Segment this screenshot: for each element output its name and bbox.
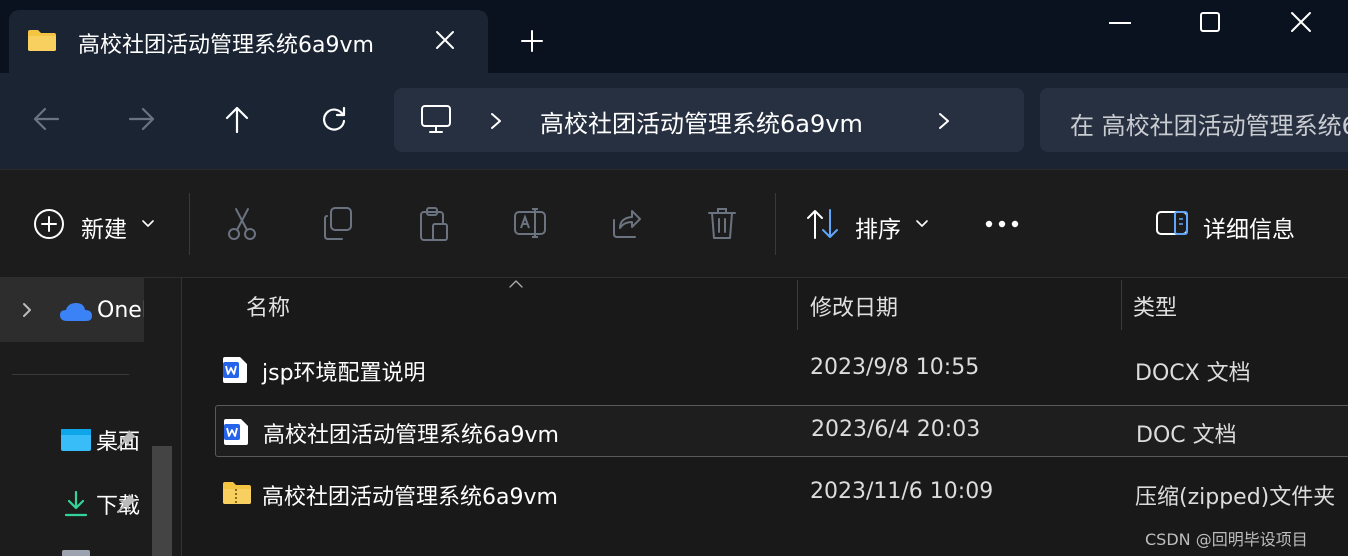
sidebar-scrollbar[interactable]: [152, 446, 172, 556]
search-box[interactable]: 在 高校社团活动管理系统6a9vm 中搜索: [1040, 88, 1348, 152]
new-tab-plus-icon[interactable]: [521, 30, 543, 52]
search-input-placeholder[interactable]: 在 高校社团活动管理系统6a9vm 中搜索: [1070, 106, 1348, 141]
chevron-right-icon[interactable]: [938, 112, 950, 130]
file-type: DOCX 文档: [1135, 361, 1251, 386]
pin-icon[interactable]: [116, 492, 138, 514]
chevron-down-icon[interactable]: [142, 220, 154, 228]
forward-arrow-icon[interactable]: [128, 105, 156, 133]
documents-icon: [62, 550, 90, 556]
refresh-icon[interactable]: [320, 105, 348, 133]
word-doc-icon: [223, 418, 249, 446]
paste-clipboard-icon[interactable]: [418, 206, 450, 242]
sidebar-item-label: OneDrive: [97, 298, 144, 323]
sort-ascending-caret-icon: [509, 280, 523, 288]
file-name[interactable]: 高校社团活动管理系统6a9vm: [263, 417, 559, 449]
up-arrow-icon[interactable]: [223, 105, 251, 133]
download-arrow-icon: [62, 490, 90, 518]
delete-trash-icon[interactable]: [706, 206, 738, 242]
toolbar-divider: [189, 193, 190, 255]
command-bar: 新建 排序 详细信息: [0, 169, 1348, 278]
sidebar-item-onedrive[interactable]: OneDrive: [0, 278, 144, 342]
new-plus-circle-icon[interactable]: [33, 208, 65, 240]
column-divider[interactable]: [797, 280, 798, 330]
maximize-icon[interactable]: [1199, 11, 1221, 33]
cut-scissors-icon[interactable]: [226, 206, 258, 242]
file-modified-date: 2023/11/6 10:09: [810, 479, 994, 504]
back-arrow-icon[interactable]: [32, 105, 60, 133]
file-modified-date: 2023/6/4 20:03: [811, 417, 981, 442]
column-header-name[interactable]: 名称: [246, 290, 290, 322]
file-type: 压缩(zipped)文件夹: [1135, 485, 1336, 510]
zip-folder-icon: [222, 480, 252, 506]
folder-icon: [27, 28, 57, 52]
file-list: 名称 修改日期 类型 jsp环境配置说明 2023/9/8 10:55 DOCX…: [183, 278, 1348, 556]
address-bar[interactable]: 高校社团活动管理系统6a9vm: [394, 88, 1024, 152]
pin-icon[interactable]: [116, 428, 138, 450]
details-pane-icon[interactable]: [1155, 210, 1189, 236]
file-modified-date: 2023/9/8 10:55: [810, 355, 980, 380]
chevron-down-icon[interactable]: [916, 220, 928, 228]
window-close-icon[interactable]: [1290, 11, 1312, 33]
chevron-right-icon[interactable]: [490, 112, 502, 130]
new-button[interactable]: 新建: [81, 210, 127, 244]
close-tab-icon[interactable]: [435, 30, 455, 50]
share-icon[interactable]: [610, 206, 642, 240]
title-bar: 高校社团活动管理系统6a9vm: [0, 0, 1348, 73]
details-button[interactable]: 详细信息: [1203, 210, 1295, 244]
sidebar-item-downloads[interactable]: 下载: [60, 488, 144, 518]
table-row-selected[interactable]: 高校社团活动管理系统6a9vm 2023/6/4 20:03 DOC 文档: [215, 405, 1348, 457]
computer-icon: [420, 104, 452, 134]
sort-button[interactable]: 排序: [855, 210, 901, 244]
minimize-icon[interactable]: [1108, 21, 1132, 25]
more-options-icon[interactable]: [985, 220, 1019, 228]
file-name[interactable]: jsp环境配置说明: [262, 355, 426, 387]
word-doc-icon: [222, 356, 248, 384]
column-divider[interactable]: [1121, 280, 1122, 330]
column-header-modified[interactable]: 修改日期: [810, 290, 898, 322]
navigation-bar: 高校社团活动管理系统6a9vm 在 高校社团活动管理系统6a9vm 中搜索: [0, 73, 1348, 169]
copy-icon[interactable]: [322, 206, 354, 242]
chevron-right-icon[interactable]: [22, 302, 32, 318]
tab-title: 高校社团活动管理系统6a9vm: [78, 33, 374, 58]
active-tab[interactable]: 高校社团活动管理系统6a9vm: [9, 10, 488, 73]
file-name[interactable]: 高校社团活动管理系统6a9vm: [262, 479, 558, 511]
column-header-type[interactable]: 类型: [1133, 290, 1177, 322]
desktop-icon: [60, 428, 92, 452]
file-type: DOC 文档: [1136, 423, 1237, 448]
toolbar-divider: [775, 193, 776, 255]
sidebar-divider: [12, 374, 129, 375]
table-row[interactable]: 高校社团活动管理系统6a9vm 2023/11/6 10:09 压缩(zippe…: [215, 468, 1348, 520]
sidebar-item-desktop[interactable]: 桌面: [60, 424, 144, 454]
sort-arrows-icon[interactable]: [806, 208, 840, 240]
rename-icon[interactable]: [513, 206, 547, 240]
navigation-pane: OneDrive 桌面 下载: [0, 278, 182, 556]
onedrive-cloud-icon: [59, 302, 93, 322]
table-row[interactable]: jsp环境配置说明 2023/9/8 10:55 DOCX 文档: [215, 344, 1348, 396]
watermark-text: CSDN @回明毕设项目: [1145, 530, 1308, 549]
breadcrumb-current-folder[interactable]: 高校社团活动管理系统6a9vm: [540, 104, 863, 139]
